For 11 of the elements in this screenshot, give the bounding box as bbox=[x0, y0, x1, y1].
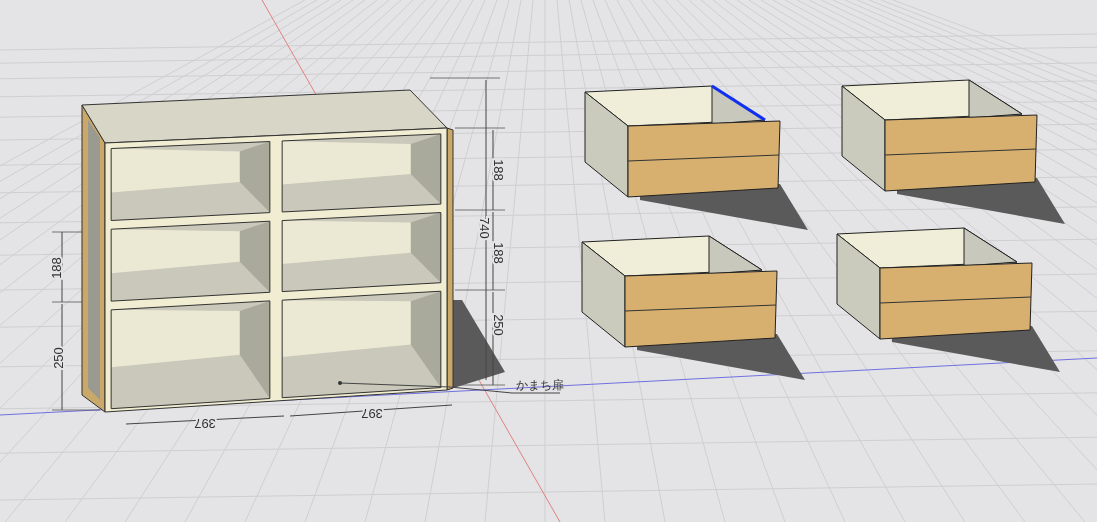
leader-dot-icon bbox=[338, 381, 342, 385]
dimension-label: 250 bbox=[490, 314, 506, 336]
dimension-label: 188 bbox=[490, 242, 506, 264]
dimension-label: 188 bbox=[490, 159, 506, 181]
selected-edge-line bbox=[711, 84, 766, 122]
dimension-label: 397 bbox=[194, 415, 216, 431]
dimension-label: 250 bbox=[51, 347, 67, 369]
dimension-label: 188 bbox=[49, 257, 65, 279]
callout-label: かまち扉 bbox=[516, 378, 564, 392]
dimension-label: 740 bbox=[476, 217, 492, 239]
dimension-label: 397 bbox=[361, 405, 383, 421]
